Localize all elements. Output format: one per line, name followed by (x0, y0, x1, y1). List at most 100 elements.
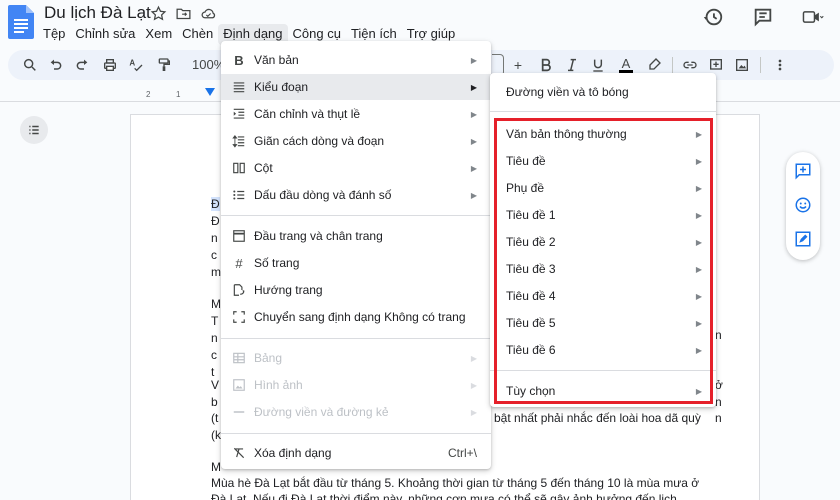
menu-item-image: Hình ảnh ▶ (221, 372, 491, 398)
emoji-reaction-icon[interactable] (794, 196, 812, 214)
svg-text:A: A (129, 59, 135, 68)
doc-line-fragment: n (715, 395, 722, 409)
menu-item-label: Dấu đầu dòng và đánh số (254, 188, 392, 202)
insert-link-icon[interactable] (680, 55, 700, 75)
page-orientation-icon (231, 282, 247, 298)
menu-item-page-numbers[interactable]: # Số trang (221, 250, 491, 276)
doc-line: (t (211, 411, 219, 425)
doc-line: Đà Lạt. Nếu đi Đà Lạt thời điểm này, nhữ… (211, 492, 677, 500)
undo-icon[interactable] (46, 55, 66, 75)
cloud-status-icon[interactable] (200, 5, 217, 22)
menu-item-line-spacing[interactable]: Giãn cách dòng và đoạn ▶ (221, 128, 491, 154)
menu-item-columns[interactable]: Cột ▶ (221, 155, 491, 181)
doc-line: Đ (211, 214, 220, 228)
menu-item-paragraph-style[interactable]: Kiểu đoạn ▶ (221, 74, 491, 100)
submenu-item-borders-shading[interactable]: Đường viền và tô bóng (490, 79, 716, 105)
insert-image-icon[interactable] (732, 55, 752, 75)
menu-edit[interactable]: Chỉnh sửa (70, 24, 140, 45)
border-line-icon (231, 404, 247, 420)
submenu-arrow-icon: ▶ (470, 163, 477, 173)
menu-item-label: Xóa định dạng (254, 446, 332, 460)
more-options-icon[interactable] (770, 55, 790, 75)
side-action-panel (786, 152, 820, 260)
menu-item-label: Chuyển sang định dạng Không có trang (254, 310, 466, 324)
italic-icon[interactable] (562, 55, 582, 75)
spellcheck-icon[interactable]: A (126, 55, 146, 75)
table-icon (231, 350, 247, 366)
meet-icon[interactable] (802, 6, 824, 28)
image-icon (231, 377, 247, 393)
doc-line: n (211, 331, 218, 345)
submenu-arrow-icon: ▶ (470, 380, 477, 390)
menu-item-align-indent[interactable]: Căn chỉnh và thụt lề ▶ (221, 101, 491, 127)
doc-line: V (211, 378, 220, 392)
menu-file[interactable]: Tệp (38, 24, 70, 45)
menu-item-page-orientation[interactable]: Hướng trang (221, 277, 491, 303)
submenu-arrow-icon: ▶ (470, 353, 477, 363)
submenu-arrow-icon: ▶ (470, 109, 477, 119)
submenu-arrow-icon: ▶ (470, 190, 477, 200)
clear-format-icon (231, 445, 247, 461)
doc-line: Đ (211, 197, 220, 211)
ruler-tick: 1 (176, 90, 181, 99)
doc-line: m (211, 265, 221, 279)
print-icon[interactable] (100, 55, 120, 75)
doc-line: t (211, 365, 215, 379)
menu-view[interactable]: Xem (140, 24, 177, 45)
outline-button[interactable] (20, 116, 48, 144)
bold-icon[interactable] (536, 55, 556, 75)
highlight-annotation-box (494, 118, 713, 404)
menu-item-label: Kiểu đoạn (254, 80, 309, 94)
text-color-glyph: A (621, 56, 631, 71)
history-icon[interactable] (702, 6, 724, 28)
menu-item-label: Đường viền và đường kẻ (254, 405, 389, 419)
add-comment-icon[interactable] (794, 162, 812, 180)
increase-font-size-icon[interactable]: + (508, 55, 528, 75)
menu-item-header-footer[interactable]: Đầu trang và chân trang (221, 223, 491, 249)
menu-item-label: Cột (254, 161, 273, 175)
submenu-arrow-icon: ▶ (470, 136, 477, 146)
submenu-arrow-icon: ▶ (470, 55, 477, 65)
comments-icon[interactable] (752, 6, 774, 28)
text-color-icon[interactable]: A (616, 55, 636, 75)
menu-item-clear-formatting[interactable]: Xóa định dạng Ctrl+\ (221, 440, 491, 466)
outline-list-icon (29, 125, 39, 135)
star-icon[interactable] (150, 5, 167, 22)
doc-line: M (211, 460, 221, 474)
menu-item-label: Căn chỉnh và thụt lề (254, 107, 361, 121)
redo-icon[interactable] (72, 55, 92, 75)
menu-item-label: Bảng (254, 351, 283, 365)
suggest-edits-icon[interactable] (794, 230, 812, 248)
menu-item-label: Đầu trang và chân trang (254, 229, 383, 243)
toolbar-divider (760, 57, 761, 73)
submenu-arrow-icon: ▶ (470, 82, 477, 92)
menu-item-label: Hình ảnh (254, 378, 303, 392)
menu-item-label: Giãn cách dòng và đoạn (254, 134, 385, 148)
highlight-pen-icon[interactable] (644, 55, 664, 75)
menu-item-bullets-numbering[interactable]: Dấu đầu dòng và đánh số ▶ (221, 182, 491, 208)
menu-insert[interactable]: Chèn (177, 24, 218, 45)
menu-item-text[interactable]: B Văn bản ▶ (221, 47, 491, 73)
indent-icon (231, 106, 247, 122)
doc-line: c (211, 248, 217, 262)
move-folder-icon[interactable] (175, 5, 192, 22)
doc-line-fragment: n (715, 411, 722, 425)
underline-icon[interactable] (588, 55, 608, 75)
menu-separator (490, 111, 716, 112)
submenu-arrow-icon: ▶ (470, 407, 477, 417)
menu-item-borders-lines: Đường viền và đường kẻ ▶ (221, 399, 491, 425)
add-comment-icon[interactable] (706, 55, 726, 75)
paint-format-icon[interactable] (154, 55, 174, 75)
docs-logo-icon[interactable] (8, 5, 34, 39)
menu-item-label: Số trang (254, 256, 300, 270)
doc-line-fragment: ở (715, 378, 723, 392)
doc-line: b (211, 395, 218, 409)
document-title[interactable]: Du lịch Đà Lạt (44, 3, 151, 23)
doc-line: n (211, 231, 218, 245)
doc-line: c (211, 348, 217, 362)
menu-item-pageless[interactable]: Chuyển sang định dạng Không có trang (221, 304, 491, 330)
bullet-list-icon (231, 187, 247, 203)
search-icon[interactable] (20, 55, 40, 75)
toolbar-divider (672, 57, 673, 73)
paragraph-style-icon (231, 79, 247, 95)
